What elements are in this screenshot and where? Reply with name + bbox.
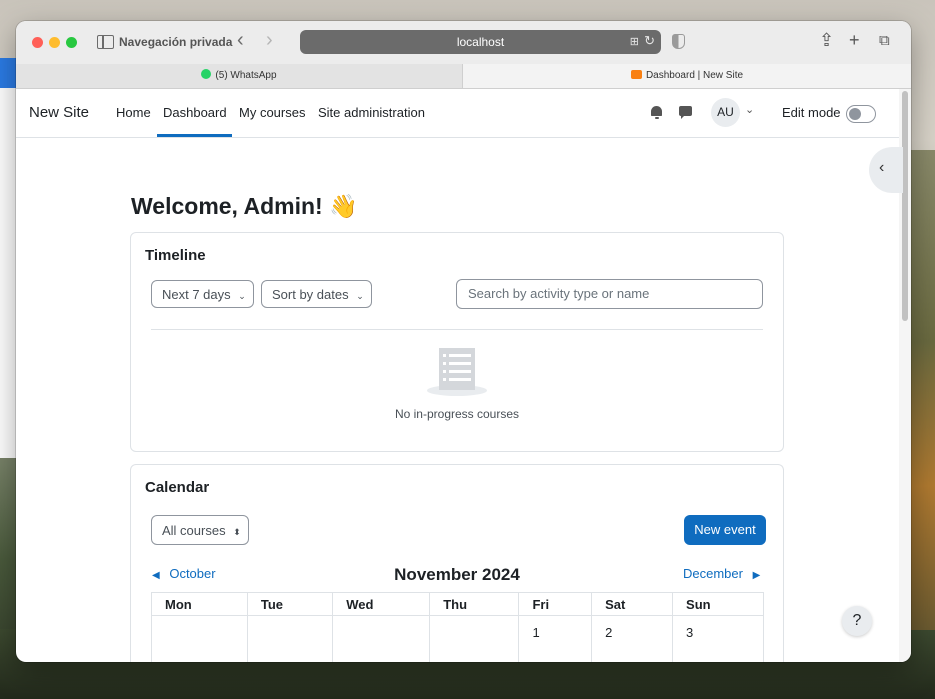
course-filter-value: All courses <box>162 523 226 538</box>
calendar-day-cell[interactable] <box>151 615 248 662</box>
nav-home[interactable]: Home <box>116 105 151 120</box>
close-window-button[interactable] <box>32 37 43 48</box>
open-drawer-button[interactable]: ‹ <box>869 147 903 193</box>
tab-overview-icon[interactable]: ⧉ <box>879 33 890 48</box>
nav-dashboard[interactable]: Dashboard <box>163 105 227 120</box>
calendar-block: Calendar All courses ⬍ New event ◀ Octob… <box>130 464 784 662</box>
timeline-title: Timeline <box>145 247 206 264</box>
timeline-sort-select[interactable]: Sort by dates ⌄ <box>261 280 372 308</box>
course-filter-select[interactable]: All courses ⬍ <box>151 515 249 545</box>
calendar-grid: Mon Tue Wed Thu Fri Sat Sun 1 2 3 <box>151 592 764 662</box>
translate-icon[interactable]: ⊞ <box>630 35 639 48</box>
help-button[interactable]: ? <box>842 606 872 636</box>
user-avatar[interactable]: AU <box>711 98 740 127</box>
back-chevron-icon[interactable]: ‹ <box>237 30 244 50</box>
moodle-icon <box>630 70 642 79</box>
sort-arrows-icon: ⬍ <box>233 527 241 537</box>
chevron-down-icon: ⌄ <box>238 291 246 301</box>
edit-mode-toggle[interactable] <box>846 105 876 123</box>
calendar-day-cell[interactable]: 1 <box>518 615 593 662</box>
tab-label: (5) WhatsApp <box>215 70 277 81</box>
tab-dashboard[interactable]: Dashboard | New Site <box>463 64 911 88</box>
timeline-range-select[interactable]: Next 7 days ⌄ <box>151 280 254 308</box>
browser-window: Navegación privada ‹ › localhost ⊞ ↻ ⇪ +… <box>16 21 911 662</box>
range-select-value: Next 7 days <box>162 287 231 302</box>
chevron-down-icon: ⌄ <box>356 291 364 301</box>
minimize-window-button[interactable] <box>49 37 60 48</box>
welcome-text: Welcome, Admin! <box>131 193 323 219</box>
chevron-down-icon[interactable]: ⌄ <box>745 103 754 116</box>
calendar-day-cell[interactable] <box>332 615 431 662</box>
background-window-header <box>0 58 16 88</box>
weekday-header: Thu <box>429 592 520 616</box>
site-name[interactable]: New Site <box>29 104 89 121</box>
sort-select-value: Sort by dates <box>272 287 349 302</box>
calendar-day-cell[interactable] <box>246 615 334 662</box>
weekday-header: Sun <box>672 592 764 616</box>
tab-label: Dashboard | New Site <box>645 70 744 81</box>
share-icon[interactable]: ⇪ <box>819 31 834 49</box>
chevron-left-icon: ‹ <box>879 159 885 176</box>
background-window[interactable] <box>0 58 17 458</box>
site-navbar: New Site Home Dashboard My courses Site … <box>16 89 899 138</box>
calendar-day-cell[interactable] <box>429 615 520 662</box>
empty-courses-icon <box>427 345 487 399</box>
weekday-header: Wed <box>332 592 431 616</box>
timeline-divider <box>151 329 763 330</box>
calendar-title: Calendar <box>145 479 210 496</box>
address-url: localhost <box>456 35 505 49</box>
sidebar-toggle-icon[interactable] <box>97 35 114 49</box>
new-event-button[interactable]: New event <box>684 515 766 545</box>
page-title: Welcome, Admin! 👋 <box>131 193 358 220</box>
forward-chevron-icon[interactable]: › <box>266 30 273 50</box>
zoom-window-button[interactable] <box>66 37 77 48</box>
active-nav-indicator <box>157 134 232 137</box>
edit-mode-label: Edit mode <box>782 105 841 120</box>
new-tab-plus-icon[interactable]: + <box>849 31 860 49</box>
caret-right-icon: ▶ <box>752 570 761 581</box>
weekday-header: Tue <box>246 592 334 616</box>
reload-icon[interactable]: ↻ <box>644 33 655 49</box>
notifications-bell-icon[interactable] <box>651 106 662 119</box>
nav-my-courses[interactable]: My courses <box>239 105 305 120</box>
list-document-icon <box>439 348 475 390</box>
nav-site-administration[interactable]: Site administration <box>318 105 425 120</box>
calendar-week-row: 1 2 3 <box>151 615 764 662</box>
messages-icon[interactable] <box>679 106 692 119</box>
address-bar[interactable]: localhost ⊞ ↻ <box>300 30 661 54</box>
weekday-header: Fri <box>518 592 593 616</box>
timeline-search-input[interactable]: Search by activity type or name <box>456 279 763 309</box>
wave-emoji: 👋 <box>329 193 358 219</box>
browser-toolbar: Navegación privada ‹ › localhost ⊞ ↻ ⇪ +… <box>16 21 911 65</box>
timeline-block: Timeline Next 7 days ⌄ Sort by dates ⌄ S… <box>130 232 784 452</box>
tab-whatsapp[interactable]: (5) WhatsApp <box>16 64 463 88</box>
empty-state-text: No in-progress courses <box>394 407 520 421</box>
scrollbar-thumb[interactable] <box>902 91 908 321</box>
calendar-day-cell[interactable]: 3 <box>672 615 764 662</box>
next-month-label: December <box>683 566 743 581</box>
weekday-header-row: Mon Tue Wed Thu Fri Sat Sun <box>151 592 764 616</box>
private-browsing-label[interactable]: Navegación privada <box>119 35 232 49</box>
next-month-link[interactable]: December ▶ <box>683 566 760 581</box>
weekday-header: Sat <box>591 592 674 616</box>
weekday-header: Mon <box>151 592 248 616</box>
tab-bar: (5) WhatsApp Dashboard | New Site <box>16 64 911 89</box>
privacy-shield-icon[interactable] <box>672 34 685 49</box>
whatsapp-icon <box>201 69 212 79</box>
calendar-day-cell[interactable]: 2 <box>591 615 674 662</box>
